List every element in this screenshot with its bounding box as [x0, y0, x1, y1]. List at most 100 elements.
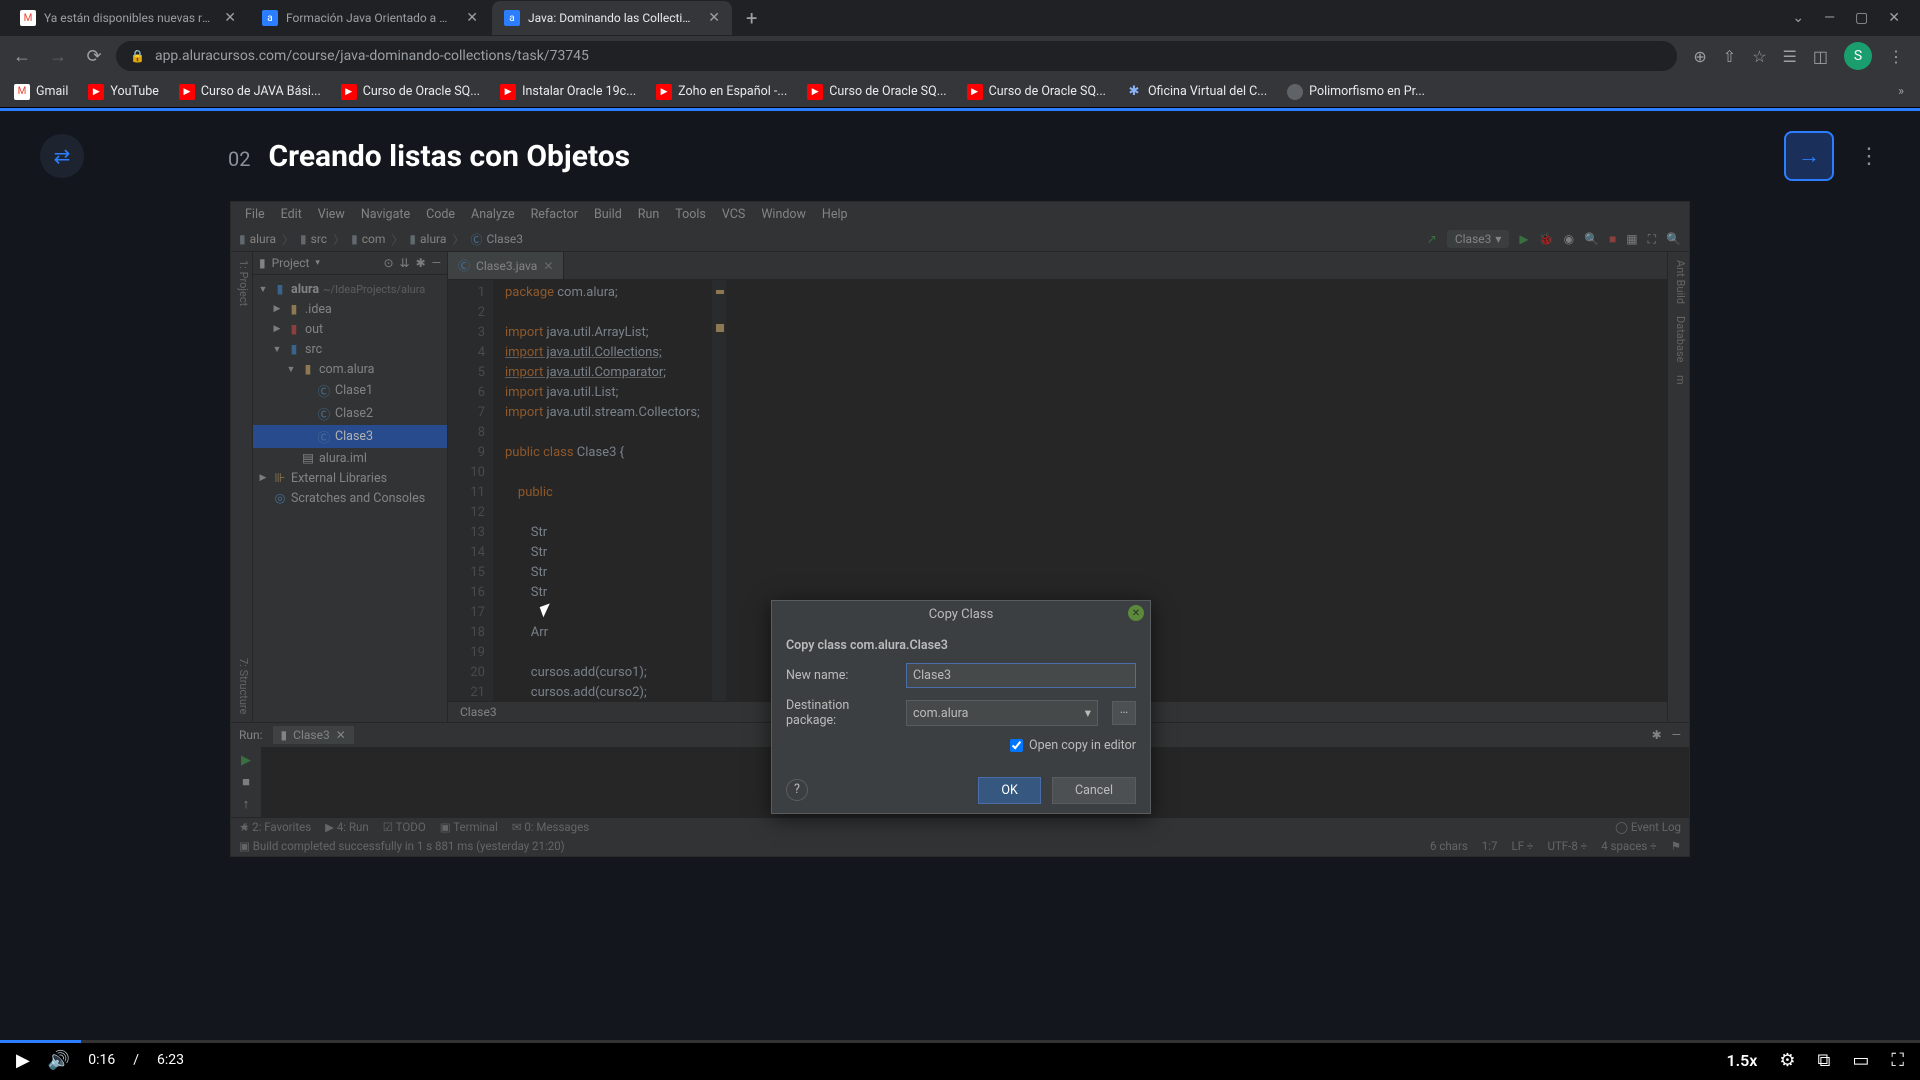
settings-icon[interactable]: ✱ [416, 256, 426, 270]
run-config-select[interactable]: Clase3 ▾ [1447, 230, 1510, 248]
menu-help[interactable]: Help [816, 205, 854, 224]
menu-vcs[interactable]: VCS [716, 205, 751, 224]
ok-button[interactable]: OK [978, 777, 1040, 804]
reading-list-icon[interactable]: ☰ [1783, 47, 1797, 66]
chevron-down-icon[interactable]: ⌄ [1792, 10, 1804, 26]
maximize-icon[interactable]: ▢ [1855, 10, 1868, 26]
database-tab[interactable]: Database [1670, 316, 1687, 362]
close-icon[interactable]: ✕ [224, 10, 236, 26]
tree-class[interactable]: ⒸClase2 [253, 402, 447, 425]
bookmark-item[interactable]: ▶Curso de JAVA Bási... [173, 80, 327, 104]
menu-view[interactable]: View [312, 205, 351, 224]
new-name-input[interactable] [906, 663, 1136, 688]
package-select[interactable]: com.alura▾ [906, 700, 1098, 726]
next-lesson-button[interactable]: → [1784, 131, 1834, 181]
tool-run[interactable]: ▶ 4: Run [325, 820, 369, 834]
bookmark-gmail[interactable]: MGmail [8, 80, 74, 104]
menu-icon[interactable]: ⋮ [1888, 47, 1904, 66]
play-button[interactable]: ▶ [16, 1050, 30, 1071]
browse-button[interactable]: … [1112, 701, 1136, 725]
crumb[interactable]: src [311, 232, 327, 246]
reload-button[interactable]: ⟳ [80, 46, 108, 67]
browser-tab[interactable]: M Ya están disponibles nuevas ruta ✕ [8, 1, 248, 35]
tree-item[interactable]: ▼▮com.alura [253, 359, 447, 379]
event-log[interactable]: ◯ Event Log [1615, 820, 1681, 834]
menu-file[interactable]: File [239, 205, 271, 224]
stop-icon[interactable]: ■ [242, 774, 250, 790]
menu-refactor[interactable]: Refactor [525, 205, 584, 224]
hide-icon[interactable]: — [432, 256, 441, 270]
bookmark-item[interactable]: ▶Curso de Oracle SQ... [961, 80, 1112, 104]
browser-tab[interactable]: a Formación Java Orientado a Obj ✕ [250, 1, 490, 35]
ant-tab[interactable]: Ant Build [1670, 260, 1687, 304]
new-tab-button[interactable]: + [734, 6, 769, 30]
open-copy-checkbox[interactable] [1010, 739, 1023, 752]
tree-item[interactable]: ▶▮.idea [253, 299, 447, 319]
tree-item[interactable]: ▶▮out [253, 319, 447, 339]
cancel-button[interactable]: Cancel [1052, 777, 1136, 804]
crumb[interactable]: com [362, 232, 386, 246]
menu-window[interactable]: Window [755, 205, 812, 224]
up-icon[interactable]: ↑ [243, 796, 250, 812]
bookmark-item[interactable]: ▶Curso de Oracle SQ... [801, 80, 952, 104]
rerun-icon[interactable]: ▶ [241, 753, 251, 768]
playback-speed[interactable]: 1.5x [1726, 1051, 1757, 1070]
tree-root[interactable]: ▼▮alura ~/IdeaProjects/alura [253, 279, 447, 299]
fullscreen-icon[interactable]: ⛶ [1891, 1050, 1904, 1071]
code-area[interactable]: package com.alura; import java.util.Arra… [493, 280, 712, 701]
crumb[interactable]: alura [250, 232, 276, 246]
maven-tab[interactable]: m [1670, 375, 1687, 385]
menu-code[interactable]: Code [420, 205, 461, 224]
tree-item[interactable]: ▶⊪External Libraries [253, 468, 447, 488]
menu-toggle-button[interactable]: ⇄ [40, 134, 84, 178]
bookmark-item[interactable]: ▶Curso de Oracle SQ... [335, 80, 486, 104]
volume-icon[interactable]: 🔊 [48, 1050, 70, 1071]
settings-icon[interactable]: ⚙ [1779, 1050, 1795, 1071]
coverage-icon[interactable]: ◉ [1564, 232, 1574, 246]
tool-terminal[interactable]: ▣ Terminal [440, 820, 498, 834]
expand-icon[interactable]: ⛶ [1648, 232, 1656, 247]
minimize-icon[interactable]: — [1672, 728, 1681, 742]
browser-tab-active[interactable]: a Java: Dominando las Collections ✕ [492, 1, 732, 35]
bookmarks-overflow[interactable]: » [1890, 84, 1912, 99]
close-tab-icon[interactable]: ✕ [543, 259, 553, 273]
bookmark-item[interactable]: ✱Oficina Virtual del C... [1120, 80, 1273, 104]
tool-messages[interactable]: ✉ 0: Messages [512, 820, 589, 834]
target-icon[interactable]: ⊙ [383, 256, 393, 270]
build-icon[interactable]: ↗ [1427, 232, 1437, 246]
project-tab[interactable]: 1: Project [233, 260, 250, 306]
menu-edit[interactable]: Edit [275, 205, 308, 224]
close-icon[interactable]: ✕ [466, 10, 478, 26]
help-button[interactable]: ? [786, 779, 808, 801]
crumb[interactable]: alura [420, 232, 446, 246]
layout-icon[interactable]: ▦ [1626, 232, 1637, 246]
url-input[interactable]: 🔒 app.aluracursos.com/course/java-domina… [116, 41, 1677, 71]
debug-icon[interactable]: 🐞 [1539, 232, 1554, 246]
menu-analyze[interactable]: Analyze [465, 205, 521, 224]
bookmark-item[interactable]: ▶Zoho en Español -... [650, 80, 793, 104]
tree-item[interactable]: ▤alura.iml [253, 448, 447, 468]
stop-icon[interactable]: ■ [1609, 232, 1616, 246]
search-everywhere-icon[interactable]: 🔍 [1666, 232, 1681, 246]
bookmark-youtube[interactable]: ▶YouTube [82, 80, 165, 104]
profile-avatar[interactable]: S [1844, 42, 1872, 70]
find-icon[interactable]: 🔍 [1584, 232, 1599, 246]
structure-tab[interactable]: 7: Structure [233, 658, 250, 714]
close-icon[interactable]: ✕ [708, 10, 720, 26]
tree-class[interactable]: ⒸClase1 [253, 379, 447, 402]
editor-tab[interactable]: ⒸClase3.java✕ [448, 252, 564, 279]
bookmark-item[interactable]: ▶Instalar Oracle 19c... [494, 80, 642, 104]
video-progress[interactable] [0, 1040, 1920, 1043]
menu-navigate[interactable]: Navigate [355, 205, 416, 224]
menu-tools[interactable]: Tools [669, 205, 712, 224]
theater-icon[interactable]: ▭ [1852, 1050, 1869, 1071]
tree-item[interactable]: ◎Scratches and Consoles [253, 488, 447, 508]
collapse-icon[interactable]: ⇊ [400, 256, 410, 270]
menu-build[interactable]: Build [588, 205, 628, 224]
settings-icon[interactable]: ✱ [1652, 728, 1662, 742]
bookmark-star-icon[interactable]: ☆ [1752, 47, 1766, 66]
crumb[interactable]: Clase3 [486, 232, 523, 246]
menu-run[interactable]: Run [632, 205, 666, 224]
close-window-icon[interactable]: ✕ [1888, 10, 1900, 26]
minimize-icon[interactable]: — [1824, 10, 1835, 26]
